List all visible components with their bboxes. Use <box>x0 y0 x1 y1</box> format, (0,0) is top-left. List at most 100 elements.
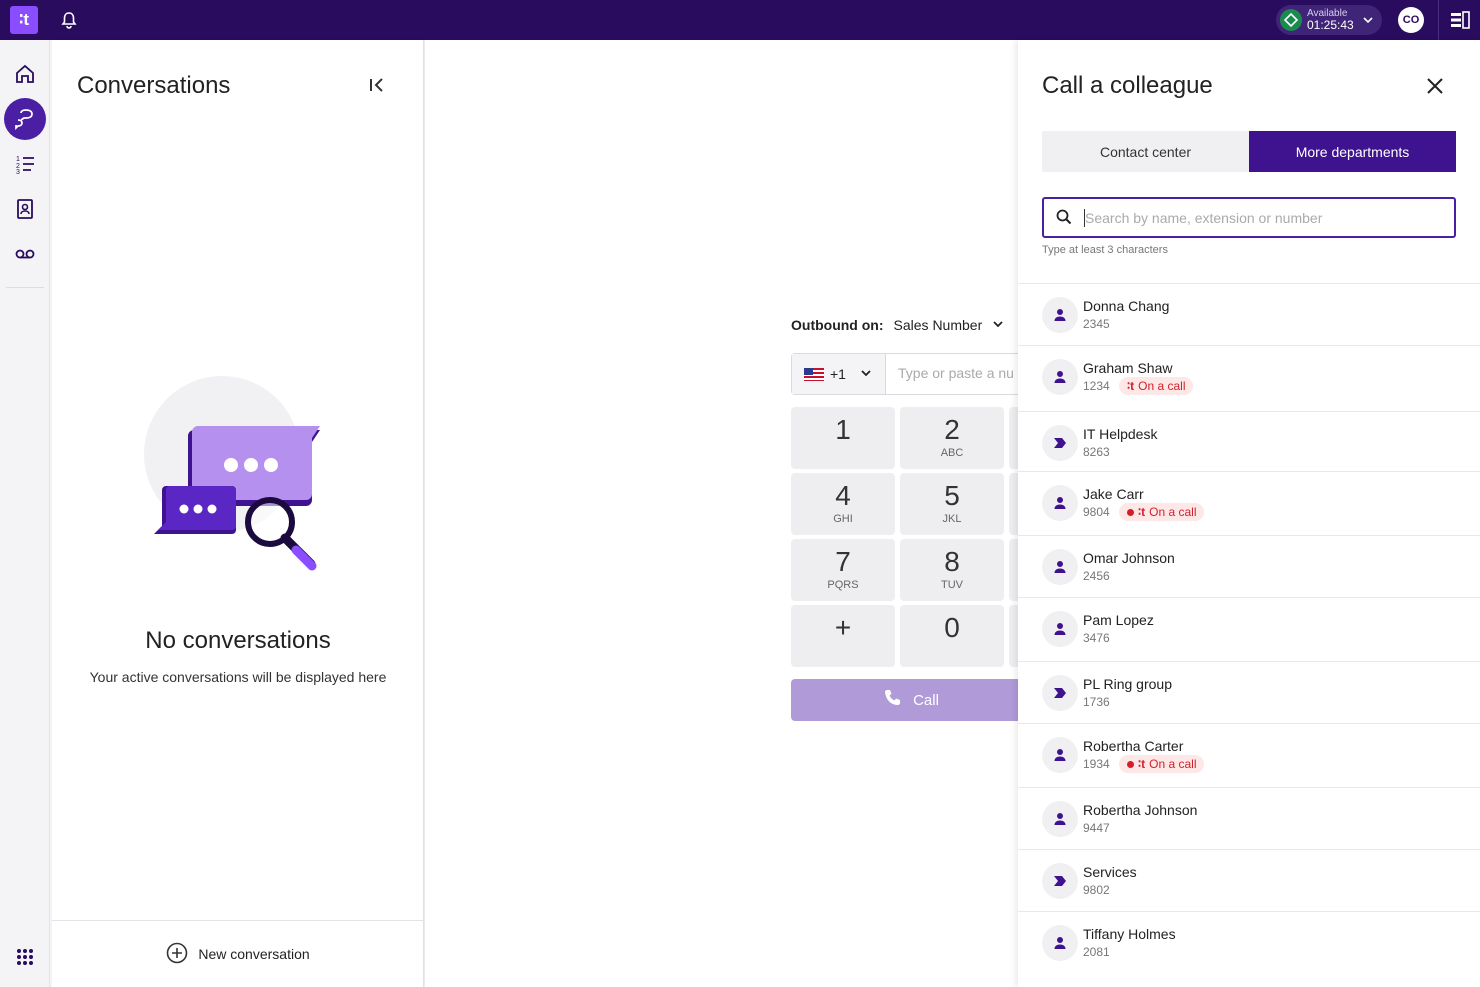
contact-name: Omar Johnson <box>1083 550 1175 566</box>
phone-number-field: +1 Type or paste a nu <box>791 353 1018 395</box>
dial-key-2[interactable]: 2 ABC <box>900 407 1004 469</box>
dial-key-9-partial[interactable] <box>1009 539 1018 601</box>
contact-row[interactable]: IT Helpdesk 8263 <box>1018 411 1480 473</box>
on-call-label: On a call <box>1149 505 1197 519</box>
contact-row[interactable]: Omar Johnson 2456 <box>1018 535 1480 597</box>
contact-row[interactable]: PL Ring group 1736 <box>1018 661 1480 723</box>
key-letters: GHI <box>833 513 853 525</box>
side-panel-toggle-icon[interactable] <box>1450 11 1470 34</box>
contact-name: PL Ring group <box>1083 676 1172 692</box>
list-icon[interactable]: 123 <box>4 143 46 185</box>
user-avatar[interactable]: CO <box>1398 7 1424 33</box>
country-code-selector[interactable]: +1 <box>792 354 886 394</box>
on-call-badge: ∶t On a call <box>1119 377 1194 395</box>
collapse-panel-icon[interactable] <box>368 76 386 99</box>
on-call-label: On a call <box>1138 379 1186 393</box>
contact-row[interactable]: Robertha Johnson 9447 <box>1018 787 1480 849</box>
contact-book-icon[interactable] <box>4 188 46 230</box>
grid-icon[interactable] <box>4 936 46 978</box>
person-icon <box>1042 485 1078 521</box>
bell-icon[interactable] <box>58 9 80 31</box>
key-letters: TUV <box>941 579 963 591</box>
key-digit: 2 <box>944 414 960 445</box>
country-code: +1 <box>830 366 846 382</box>
contact-row[interactable]: Donna Chang 2345 <box>1018 283 1480 345</box>
dial-key-plus[interactable]: + <box>791 605 895 667</box>
key-letters: JKL <box>942 513 962 525</box>
close-icon[interactable] <box>1426 77 1444 100</box>
empty-state-title: No conversations <box>145 627 331 654</box>
new-conversation-label: New conversation <box>198 946 310 962</box>
contact-name: Tiffany Holmes <box>1083 926 1176 942</box>
ring-group-icon <box>1042 675 1078 711</box>
outbound-selector[interactable]: Outbound on: Sales Number <box>791 317 1004 333</box>
search-input[interactable]: Search by name, extension or number <box>1042 197 1456 238</box>
contact-name: Robertha Johnson <box>1083 802 1198 818</box>
key-digit: 7 <box>835 546 851 577</box>
contact-row[interactable]: Graham Shaw 1234 ∶t On a call <box>1018 345 1480 407</box>
person-icon <box>1042 611 1078 647</box>
contact-row[interactable]: Jake Carr 9804 ∶t On a call <box>1018 471 1480 533</box>
contact-extension: 2456 <box>1083 569 1110 583</box>
key-digit: 5 <box>944 480 960 511</box>
contact-row[interactable]: Robertha Carter 1934 ∶t On a call <box>1018 723 1480 785</box>
outbound-label: Outbound on: <box>791 317 884 333</box>
search-hint: Type at least 3 characters <box>1042 244 1168 256</box>
person-icon <box>1042 359 1078 395</box>
home-icon[interactable] <box>4 53 46 95</box>
key-digit: 0 <box>944 612 960 643</box>
dial-key-1[interactable]: 1 <box>791 407 895 469</box>
key-letters: ABC <box>940 447 964 459</box>
person-icon <box>1042 925 1078 961</box>
dial-key-5[interactable]: 5 JKL <box>900 473 1004 535</box>
voicemail-icon[interactable] <box>4 233 46 275</box>
status-selector[interactable]: Available 01:25:43 <box>1276 5 1382 35</box>
contact-extension: 1736 <box>1083 695 1110 709</box>
on-call-badge: ∶t On a call <box>1119 755 1205 773</box>
call-button[interactable]: Call <box>791 679 1018 721</box>
on-call-logo-icon: ∶t <box>1138 505 1146 519</box>
empty-state-subtitle: Your active conversations will be displa… <box>89 669 387 685</box>
dial-key-0[interactable]: 0 <box>900 605 1004 667</box>
top-bar: ∶t Available 01:25:43 CO <box>0 0 1480 40</box>
dial-key-7[interactable]: 7 PQRS <box>791 539 895 601</box>
contact-name: Pam Lopez <box>1083 612 1154 628</box>
divider <box>6 287 44 288</box>
key-digit: 8 <box>944 546 960 577</box>
on-call-label: On a call <box>1149 757 1197 771</box>
available-status-icon <box>1280 9 1302 31</box>
panel-title: Conversations <box>77 72 231 99</box>
dial-key-6-partial[interactable] <box>1009 473 1018 535</box>
conversations-icon[interactable] <box>4 98 46 140</box>
contact-extension: 8263 <box>1083 445 1110 459</box>
key-letters: PQRS <box>827 579 859 591</box>
contact-name: Graham Shaw <box>1083 360 1173 376</box>
new-conversation-button[interactable]: New conversation <box>52 920 424 987</box>
panel-title: Call a colleague <box>1042 72 1213 99</box>
dial-key-4[interactable]: 4 GHI <box>791 473 895 535</box>
ring-group-icon <box>1042 425 1078 461</box>
chevron-down-icon <box>1362 13 1374 31</box>
dial-key-8[interactable]: 8 TUV <box>900 539 1004 601</box>
contact-row[interactable]: Tiffany Holmes 2081 <box>1018 911 1480 973</box>
phone-number-input[interactable]: Type or paste a nu <box>898 365 1014 381</box>
nav-rail: 123 <box>0 40 50 987</box>
status-timer: 01:25:43 <box>1307 18 1354 32</box>
contact-row[interactable]: Services 9802 <box>1018 849 1480 911</box>
person-icon <box>1042 737 1078 773</box>
tab-contact-center[interactable]: Contact center <box>1042 131 1249 172</box>
person-icon <box>1042 549 1078 585</box>
call-label: Call <box>913 691 939 709</box>
contact-row[interactable]: Pam Lopez 3476 <box>1018 597 1480 659</box>
contact-name: IT Helpdesk <box>1083 426 1158 442</box>
key-digit: 4 <box>835 480 851 511</box>
contact-name: Services <box>1083 864 1137 880</box>
dial-key-hash-partial[interactable] <box>1009 605 1018 667</box>
tab-more-departments[interactable]: More departments <box>1249 131 1456 172</box>
us-flag-icon <box>804 367 824 381</box>
search-icon <box>1056 209 1072 230</box>
contact-extension: 2345 <box>1083 317 1110 331</box>
recording-dot-icon <box>1127 760 1134 768</box>
dial-key-3-partial[interactable] <box>1009 407 1018 469</box>
contact-extension: 1234 <box>1083 379 1110 393</box>
